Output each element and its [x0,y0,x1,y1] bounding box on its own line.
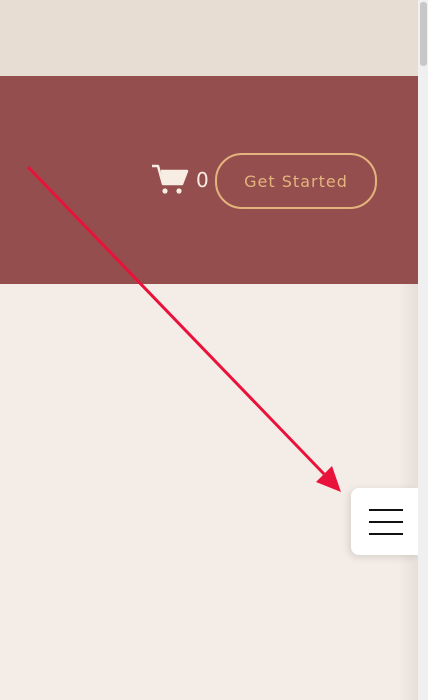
cart-icon[interactable] [150,160,190,200]
top-band [0,0,418,76]
scrollbar-track[interactable] [418,0,428,700]
cart-count: 0 [196,168,209,192]
hamburger-menu-icon [369,509,403,535]
scrollbar-thumb[interactable] [420,2,427,66]
get-started-button[interactable]: Get Started [215,153,377,209]
menu-toggle-button[interactable] [351,488,418,555]
